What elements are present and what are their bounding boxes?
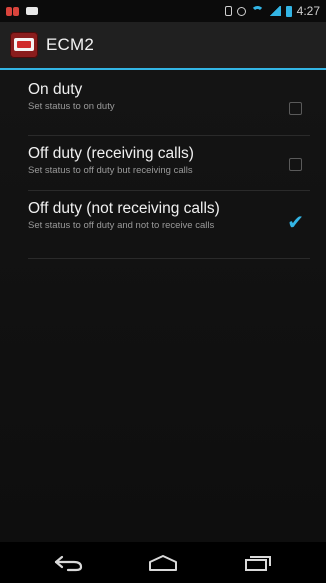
pref-off-duty-receiving[interactable]: Off duty (receiving calls) Set status to… — [28, 136, 310, 191]
back-icon — [54, 555, 83, 571]
off-duty-not-receiving-checkmark-icon[interactable]: ✔ — [287, 213, 304, 233]
action-bar: ECM2 — [0, 22, 326, 70]
battery-icon — [285, 5, 292, 17]
recents-button[interactable] — [237, 548, 277, 578]
status-right: 4:27 — [224, 4, 320, 18]
status-bar: 4:27 — [0, 0, 326, 22]
home-icon — [149, 554, 177, 571]
pref-title: Off duty (not receiving calls) — [28, 200, 220, 217]
preferences-list: On duty Set status to on duty Off duty (… — [0, 70, 326, 542]
back-button[interactable] — [49, 548, 89, 578]
status-time: 4:27 — [296, 4, 320, 18]
on-duty-checkbox[interactable] — [289, 102, 302, 115]
vibrate-icon — [224, 6, 232, 16]
pref-off-duty-not-receiving[interactable]: Off duty (not receiving calls) Set statu… — [28, 191, 310, 259]
alarm-icon — [236, 6, 246, 16]
status-left — [6, 6, 38, 16]
wifi-icon — [250, 6, 264, 16]
home-button[interactable] — [143, 548, 183, 578]
app-logo-icon[interactable] — [10, 32, 38, 58]
pref-title: On duty — [28, 81, 83, 98]
notification-message-icon — [26, 7, 38, 15]
pref-summary: Set status to off duty but receiving cal… — [28, 165, 193, 176]
pref-summary: Set status to off duty and not to receiv… — [28, 220, 215, 231]
notification-app-icon — [6, 6, 20, 16]
navigation-bar — [0, 542, 326, 583]
signal-icon — [268, 6, 281, 16]
recents-icon — [245, 555, 271, 571]
pref-on-duty[interactable]: On duty Set status to on duty — [28, 80, 310, 136]
pref-title: Off duty (receiving calls) — [28, 145, 194, 162]
app-title: ECM2 — [46, 35, 95, 54]
off-duty-receiving-checkbox[interactable] — [289, 158, 302, 171]
pref-summary: Set status to on duty — [28, 101, 115, 112]
